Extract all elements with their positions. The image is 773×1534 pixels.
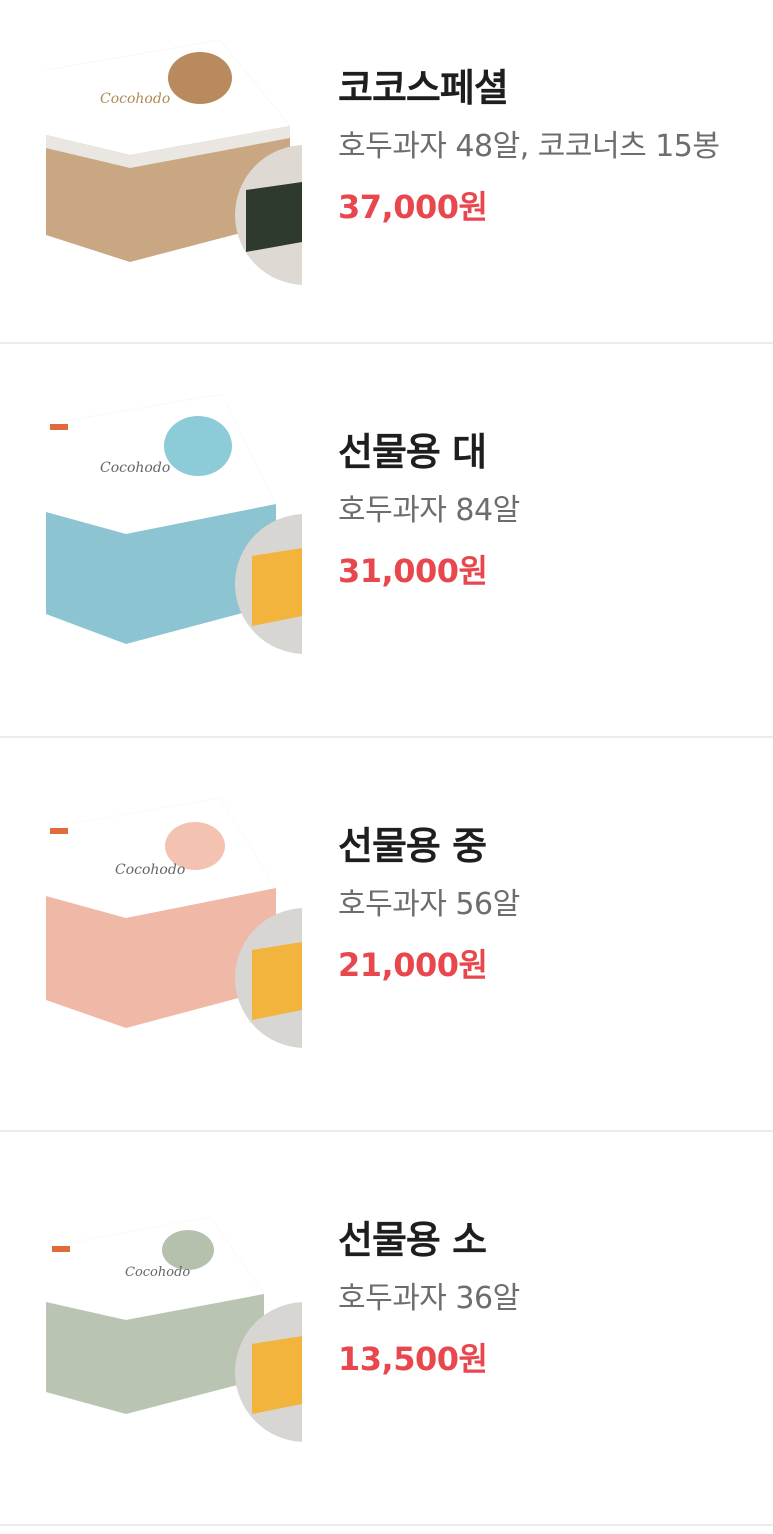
product-list: Cocohodo 코코스페셜 호두과자 48알, 코코너츠 15봉 37,000… <box>0 0 773 1526</box>
product-description: 호두과자 36알 <box>338 1281 520 1316</box>
product-image[interactable]: Cocohodo <box>40 1182 302 1444</box>
product-info: 코코스페셜 호두과자 48알, 코코너츠 15봉 37,000원 <box>338 60 763 232</box>
product-name: 선물용 소 <box>338 1218 487 1262</box>
product-item[interactable]: Cocohodo 선물용 소 호두과자 36알 13,500원 <box>0 1132 773 1526</box>
product-description: 호두과자 84알 <box>338 493 520 528</box>
product-description: 호두과자 56알 <box>338 887 520 922</box>
product-info: 선물용 대 호두과자 84알 31,000원 <box>338 424 763 596</box>
product-image[interactable]: Cocohodo <box>40 394 302 656</box>
product-name: 선물용 대 <box>338 430 487 474</box>
product-price: 31,000원 <box>338 552 488 590</box>
product-name: 선물용 중 <box>338 824 487 868</box>
product-info: 선물용 중 호두과자 56알 21,000원 <box>338 818 763 990</box>
product-price: 37,000원 <box>338 188 488 226</box>
product-item[interactable]: Cocohodo 선물용 대 호두과자 84알 31,000원 <box>0 344 773 738</box>
product-name: 코코스페셜 <box>338 66 509 110</box>
product-item[interactable]: Cocohodo 코코스페셜 호두과자 48알, 코코너츠 15봉 37,000… <box>0 0 773 344</box>
product-image[interactable]: Cocohodo <box>40 30 302 292</box>
product-price: 21,000원 <box>338 946 488 984</box>
product-item[interactable]: Cocohodo 선물용 중 호두과자 56알 21,000원 <box>0 738 773 1132</box>
product-price: 13,500원 <box>338 1340 488 1378</box>
svg-text:Cocohodo: Cocohodo <box>115 862 185 878</box>
product-image[interactable]: Cocohodo <box>40 788 302 1050</box>
svg-text:Cocohodo: Cocohodo <box>100 91 170 107</box>
svg-text:Cocohodo: Cocohodo <box>100 460 170 476</box>
product-description: 호두과자 48알, 코코너츠 15봉 <box>338 129 720 164</box>
product-info: 선물용 소 호두과자 36알 13,500원 <box>338 1212 763 1384</box>
svg-text:Cocohodo: Cocohodo <box>125 1265 190 1280</box>
